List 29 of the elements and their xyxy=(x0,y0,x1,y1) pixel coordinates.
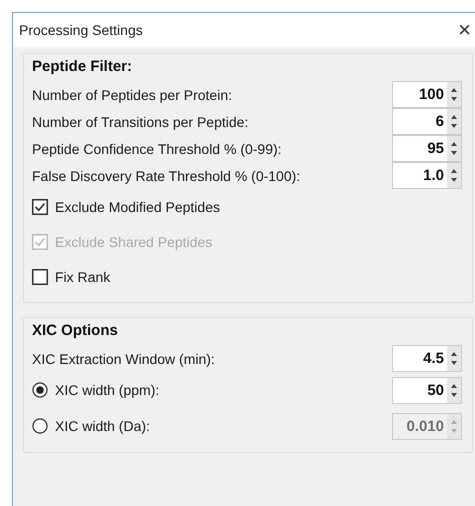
spin-field[interactable]: 95 xyxy=(392,135,462,162)
field-label: Peptide Confidence Threshold % (0-99): xyxy=(32,140,282,156)
spin-field[interactable]: 1.0 xyxy=(392,162,462,189)
spin-arrows-icon[interactable] xyxy=(447,378,461,402)
group-title: XIC Options xyxy=(32,322,118,339)
spin-arrows-icon[interactable] xyxy=(447,82,461,107)
spin-arrows-icon[interactable] xyxy=(447,109,461,134)
spin-arrows-icon[interactable] xyxy=(447,136,461,161)
checkbox[interactable] xyxy=(32,198,48,214)
group-title: Peptide Filter: xyxy=(32,58,132,75)
radio-button[interactable] xyxy=(32,382,48,398)
spin-arrows-icon[interactable] xyxy=(447,163,461,188)
checkbox-label: Exclude Modified Peptides xyxy=(55,198,220,214)
checkbox-label: Fix Rank xyxy=(55,268,110,284)
spin-field[interactable]: 100 xyxy=(392,81,462,108)
spin-field[interactable]: 6 xyxy=(392,108,462,135)
field-label: Number of Transitions per Peptide: xyxy=(32,114,248,130)
checkbox[interactable] xyxy=(32,268,48,284)
window-title: Processing Settings xyxy=(19,22,143,38)
radio-label: XIC width (ppm): xyxy=(55,382,160,398)
spin-field[interactable]: 50 xyxy=(392,376,462,404)
field-label: Number of Peptides per Protein: xyxy=(32,86,232,102)
checkbox-label: Exclude Shared Peptides xyxy=(55,234,212,250)
radio-label: XIC width (Da): xyxy=(55,418,150,434)
spin-arrows-icon[interactable] xyxy=(447,346,461,371)
close-button[interactable]: × xyxy=(458,17,471,43)
field-label: False Discovery Rate Threshold % (0-100): xyxy=(32,168,300,184)
spin-field[interactable]: 4.5 xyxy=(392,345,462,372)
field-label: XIC Extraction Window (min): xyxy=(32,350,215,366)
